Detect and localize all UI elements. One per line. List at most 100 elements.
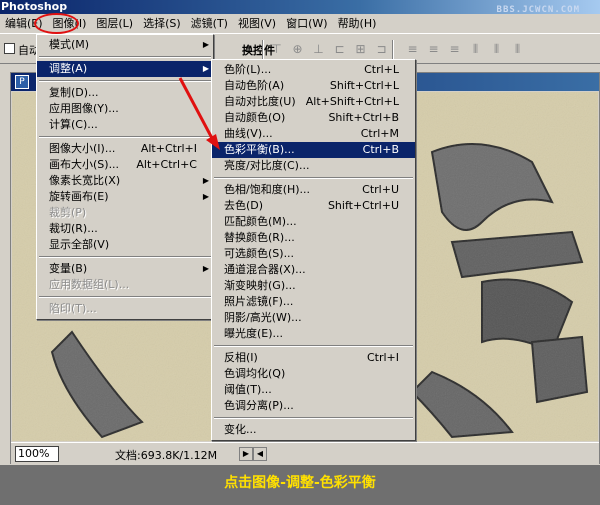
submenu-arrow-icon: ▶ — [202, 264, 209, 273]
image-menu-item[interactable]: 画布大小(S)... Alt+Ctrl+C — [37, 157, 213, 173]
status-bar: 100% 文档:693.8K/1.12M ▶ ◀ — [11, 442, 599, 464]
adjust-menu-item-label: 通道混合器(X)... — [224, 263, 306, 276]
image-menu-item[interactable]: 显示全部(V) — [37, 237, 213, 253]
adjust-menu-item[interactable]: 色调均化(Q) — [212, 366, 415, 382]
distribute-vcenter-icon[interactable]: ≡ — [425, 40, 442, 57]
adjust-menu-item-label: 渐变映射(G)... — [224, 279, 296, 292]
adjust-menu-item-label: 照片滤镜(F)... — [224, 295, 294, 308]
image-menu-item[interactable]: 变量(B) ▶ — [37, 261, 213, 277]
scroll-left-icon[interactable]: ◀ — [253, 447, 267, 461]
image-menu-item[interactable]: 复制(D)... — [37, 85, 213, 101]
adjust-menu-item[interactable]: 曲线(V)... Ctrl+M — [212, 126, 415, 142]
adjust-menu-item[interactable]: 自动对比度(U) Alt+Shift+Ctrl+L — [212, 94, 415, 110]
image-menu-item-label: 显示全部(V) — [49, 238, 110, 251]
align-right-icon[interactable]: ⊐ — [373, 40, 390, 57]
image-menu-item-label: 应用数据组(L)... — [49, 278, 130, 291]
image-menu-item[interactable]: 模式(M) ▶ — [37, 37, 213, 53]
submenu-arrow-icon: ▶ — [202, 64, 209, 73]
adjust-menu-item-shortcut: Ctrl+M — [360, 127, 399, 140]
image-menu-item-shortcut: Alt+Ctrl+I — [140, 142, 197, 155]
app-title: Photoshop — [1, 0, 68, 13]
menu-layer[interactable]: 图层(L) — [91, 15, 138, 33]
image-menu-item-label: 计算(C)... — [49, 118, 98, 131]
status-menu-arrow-icon[interactable]: ▶ — [239, 447, 253, 461]
menu-separator — [37, 293, 213, 301]
adjust-menu-item-label: 阴影/高光(W)... — [224, 311, 302, 324]
photoshop-doc-icon: P — [15, 75, 29, 89]
adjust-menu-item[interactable]: 通道混合器(X)... — [212, 262, 415, 278]
image-menu-item[interactable]: 旋转画布(E) ▶ — [37, 189, 213, 205]
adjust-menu-item-shortcut: Ctrl+U — [362, 183, 399, 196]
adjust-menu-item[interactable]: 自动颜色(O) Shift+Ctrl+B — [212, 110, 415, 126]
adjust-menu-item[interactable]: 色相/饱和度(H)... Ctrl+U — [212, 182, 415, 198]
adjust-menu-item[interactable]: 阴影/高光(W)... — [212, 310, 415, 326]
adjust-menu-item[interactable]: 色彩平衡(B)... Ctrl+B — [212, 142, 415, 158]
adjust-menu-item-label: 曲线(V)... — [224, 127, 273, 140]
menu-view[interactable]: 视图(V) — [233, 15, 281, 33]
adjust-menu-item[interactable]: 渐变映射(G)... — [212, 278, 415, 294]
adjust-menu-item[interactable]: 可选颜色(S)... — [212, 246, 415, 262]
align-vcenter-icon[interactable]: ⊕ — [289, 40, 306, 57]
menu-help[interactable]: 帮助(H) — [333, 15, 382, 33]
adjust-menu-item[interactable]: 亮度/对比度(C)... — [212, 158, 415, 174]
image-menu-item-label: 调整(A) — [49, 62, 88, 75]
adjust-menu-item-label: 可选颜色(S)... — [224, 247, 295, 260]
adjust-menu-item-shortcut: Alt+Shift+Ctrl+L — [305, 95, 399, 108]
distribute-left-icon[interactable]: ⦀ — [467, 40, 484, 57]
menu-separator — [37, 133, 213, 141]
align-top-icon[interactable]: ⊤ — [268, 40, 285, 57]
menu-filter[interactable]: 滤镜(T) — [186, 15, 233, 33]
image-menu-item: 应用数据组(L)... — [37, 277, 213, 293]
adjust-menu-item[interactable]: 曝光度(E)... — [212, 326, 415, 342]
adjust-menu-item[interactable]: 去色(D) Shift+Ctrl+U — [212, 198, 415, 214]
image-menu-item-label: 复制(D)... — [49, 86, 99, 99]
image-menu-item[interactable]: 调整(A) ▶ — [37, 61, 213, 77]
align-icon-group: ⊤ ⊕ ⊥ ⊏ ⊞ ⊐ ≡ ≡ ≡ ⦀ ⦀ ⦀ — [268, 40, 526, 57]
adjust-menu-item-shortcut: Ctrl+I — [366, 351, 399, 364]
adjust-menu-item-label: 自动对比度(U) — [224, 95, 296, 108]
menu-separator — [212, 342, 415, 350]
image-menu-item[interactable]: 裁切(R)... — [37, 221, 213, 237]
align-hcenter-icon[interactable]: ⊞ — [352, 40, 369, 57]
app-titlebar: Photoshop BBS.JCWCN.COM — [0, 0, 600, 15]
adjust-menu-item-shortcut: Shift+Ctrl+U — [327, 199, 399, 212]
adjust-menu-item-label: 自动色阶(A) — [224, 79, 285, 92]
image-menu-item[interactable]: 像素长宽比(X) ▶ — [37, 173, 213, 189]
adjust-menu-item-label: 自动颜色(O) — [224, 111, 286, 124]
adjust-menu-item-label: 阈值(T)... — [224, 383, 272, 396]
adjust-menu-item[interactable]: 匹配颜色(M)... — [212, 214, 415, 230]
adjust-menu-item-label: 色调分离(P)... — [224, 399, 294, 412]
adjust-menu-item[interactable]: 阈值(T)... — [212, 382, 415, 398]
image-menu-item-label: 应用图像(Y)... — [49, 102, 119, 115]
image-menu-item[interactable]: 计算(C)... — [37, 117, 213, 133]
adjust-menu-item-label: 曝光度(E)... — [224, 327, 284, 340]
adjust-menu-item-shortcut: Ctrl+L — [364, 63, 399, 76]
distribute-right-icon[interactable]: ⦀ — [509, 40, 526, 57]
distribute-top-icon[interactable]: ≡ — [404, 40, 421, 57]
adjust-menu-item[interactable]: 照片滤镜(F)... — [212, 294, 415, 310]
menu-select[interactable]: 选择(S) — [138, 15, 186, 33]
adjust-menu-item-label: 色阶(L)... — [224, 63, 272, 76]
adjust-menu-item[interactable]: 替换颜色(R)... — [212, 230, 415, 246]
image-menu-item[interactable]: 应用图像(Y)... — [37, 101, 213, 117]
distribute-hcenter-icon[interactable]: ⦀ — [488, 40, 505, 57]
image-menu-item[interactable]: 图像大小(I)... Alt+Ctrl+I — [37, 141, 213, 157]
adjust-menu-item[interactable]: 反相(I) Ctrl+I — [212, 350, 415, 366]
align-left-icon[interactable]: ⊏ — [331, 40, 348, 57]
align-bottom-icon[interactable]: ⊥ — [310, 40, 327, 57]
adjust-submenu: 色阶(L)... Ctrl+L 自动色阶(A) Shift+Ctrl+L 自动对比度(U… — [211, 59, 416, 441]
menu-separator — [37, 53, 213, 61]
adjust-menu-item[interactable]: 变化... — [212, 422, 415, 438]
image-menu: 模式(M) ▶ 调整(A) ▶ 复制(D)... 应用图像(Y)... 计算(C)... 图像… — [36, 34, 214, 320]
adjust-menu-item-label: 亮度/对比度(C)... — [224, 159, 310, 172]
adjust-menu-item[interactable]: 色调分离(P)... — [212, 398, 415, 414]
auto-select-checkbox[interactable] — [4, 43, 15, 54]
adjust-menu-item-label: 反相(I) — [224, 351, 258, 364]
distribute-bottom-icon[interactable]: ≡ — [446, 40, 463, 57]
image-menu-item-label: 像素长宽比(X) — [49, 174, 121, 187]
zoom-field[interactable]: 100% — [15, 446, 59, 462]
adjust-menu-item[interactable]: 色阶(L)... Ctrl+L — [212, 62, 415, 78]
adjust-menu-item[interactable]: 自动色阶(A) Shift+Ctrl+L — [212, 78, 415, 94]
menu-window[interactable]: 窗口(W) — [281, 15, 332, 33]
toolbar-divider — [392, 40, 394, 59]
